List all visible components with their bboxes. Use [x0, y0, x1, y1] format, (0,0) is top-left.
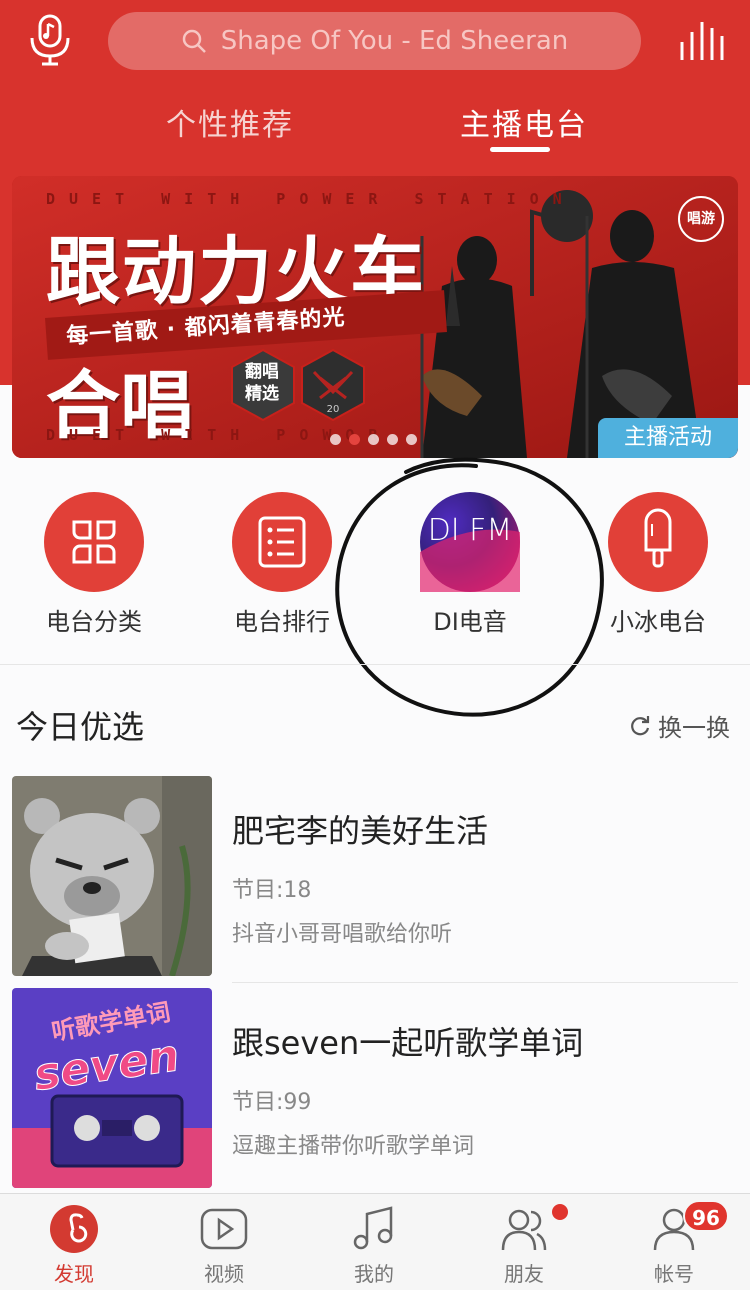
item-title: 跟seven一起听歌学单词	[232, 1024, 584, 1062]
tab-label: 视频	[204, 1262, 244, 1286]
section-divider	[0, 664, 750, 665]
item-title: 肥宅李的美好生活	[232, 812, 489, 850]
music-note-icon	[353, 1206, 393, 1250]
anniversary-emblem-icon: 20	[301, 348, 365, 422]
item-episodes: 节目:18	[232, 878, 312, 903]
refresh-icon	[631, 715, 650, 735]
screen: Shape Of You - Ed Sheeran 个性推荐 主播电台 DUET…	[0, 0, 750, 1290]
tab-video[interactable]: 视频	[174, 1204, 274, 1287]
search-bar[interactable]: Shape Of You - Ed Sheeran	[108, 12, 641, 70]
section-title: 今日优选	[16, 708, 145, 746]
cover-image	[12, 776, 212, 976]
tab-radio[interactable]: 主播电台	[460, 100, 588, 144]
refresh-button[interactable]: 换一换	[628, 708, 730, 743]
banner-english-text: DUET WITH POWER STATION	[46, 190, 576, 208]
tab-label: 发现	[54, 1262, 94, 1286]
tab-label: 我的	[354, 1262, 394, 1286]
search-placeholder: Shape Of You - Ed Sheeran	[220, 26, 569, 56]
carousel-dot[interactable]	[368, 434, 379, 445]
carousel-dot[interactable]	[406, 434, 417, 445]
notification-dot	[552, 1204, 568, 1220]
friends-icon	[501, 1209, 547, 1251]
bottom-tab-bar: 发现 视频 我的 朋友 帐号	[0, 1193, 750, 1290]
list-item[interactable]: 肥宅李的美好生活 节目:18 抖音小哥哥唱歌给你听	[12, 776, 738, 983]
cover-image: 听歌学单词 seven	[12, 988, 212, 1188]
carousel-dot[interactable]	[387, 434, 398, 445]
carousel-dot-active[interactable]	[349, 434, 360, 445]
ranking-list-icon	[232, 492, 332, 592]
menu-label: 电台分类	[46, 608, 142, 636]
item-description: 抖音小哥哥唱歌给你听	[232, 922, 453, 947]
list-item[interactable]: 听歌学单词 seven 跟seven一起听歌学单词 节目:99 逗趣主播带你听歌…	[12, 988, 738, 1188]
tab-label: 朋友	[504, 1262, 544, 1286]
category-icon	[44, 492, 144, 592]
banner-brand-logo: 唱游	[678, 196, 724, 242]
now-playing-icon[interactable]	[678, 18, 724, 62]
tab-mine[interactable]: 我的	[324, 1204, 424, 1287]
microphone-icon[interactable]	[28, 14, 72, 66]
anniversary-number: 20	[327, 404, 340, 415]
badge-text: 翻唱精选	[245, 362, 279, 404]
tab-discover[interactable]: 发现	[24, 1204, 124, 1287]
banner-tag: 主播活动	[598, 418, 738, 458]
tab-active-indicator	[490, 147, 550, 152]
search-icon	[182, 29, 206, 53]
account-count-badge: 96	[683, 1200, 729, 1232]
list-divider	[232, 982, 738, 983]
carousel-dot[interactable]	[330, 434, 341, 445]
tab-label: 帐号	[654, 1262, 694, 1286]
item-episodes: 节目:99	[232, 1090, 312, 1115]
discover-icon	[50, 1205, 98, 1253]
tab-recommend[interactable]: 个性推荐	[166, 100, 294, 144]
item-description: 逗趣主播带你听歌学单词	[232, 1134, 475, 1159]
banner-carousel[interactable]: DUET WITH POWER STATION 跟动力火车 每一首歌 · 都闪着…	[12, 176, 738, 458]
hand-drawn-circle-annotation	[335, 457, 604, 717]
refresh-label: 换一换	[658, 714, 730, 742]
carousel-indicator	[330, 434, 417, 445]
video-icon	[200, 1208, 248, 1250]
popsicle-icon	[608, 492, 708, 592]
menu-radio-category[interactable]: 电台分类	[24, 492, 164, 637]
